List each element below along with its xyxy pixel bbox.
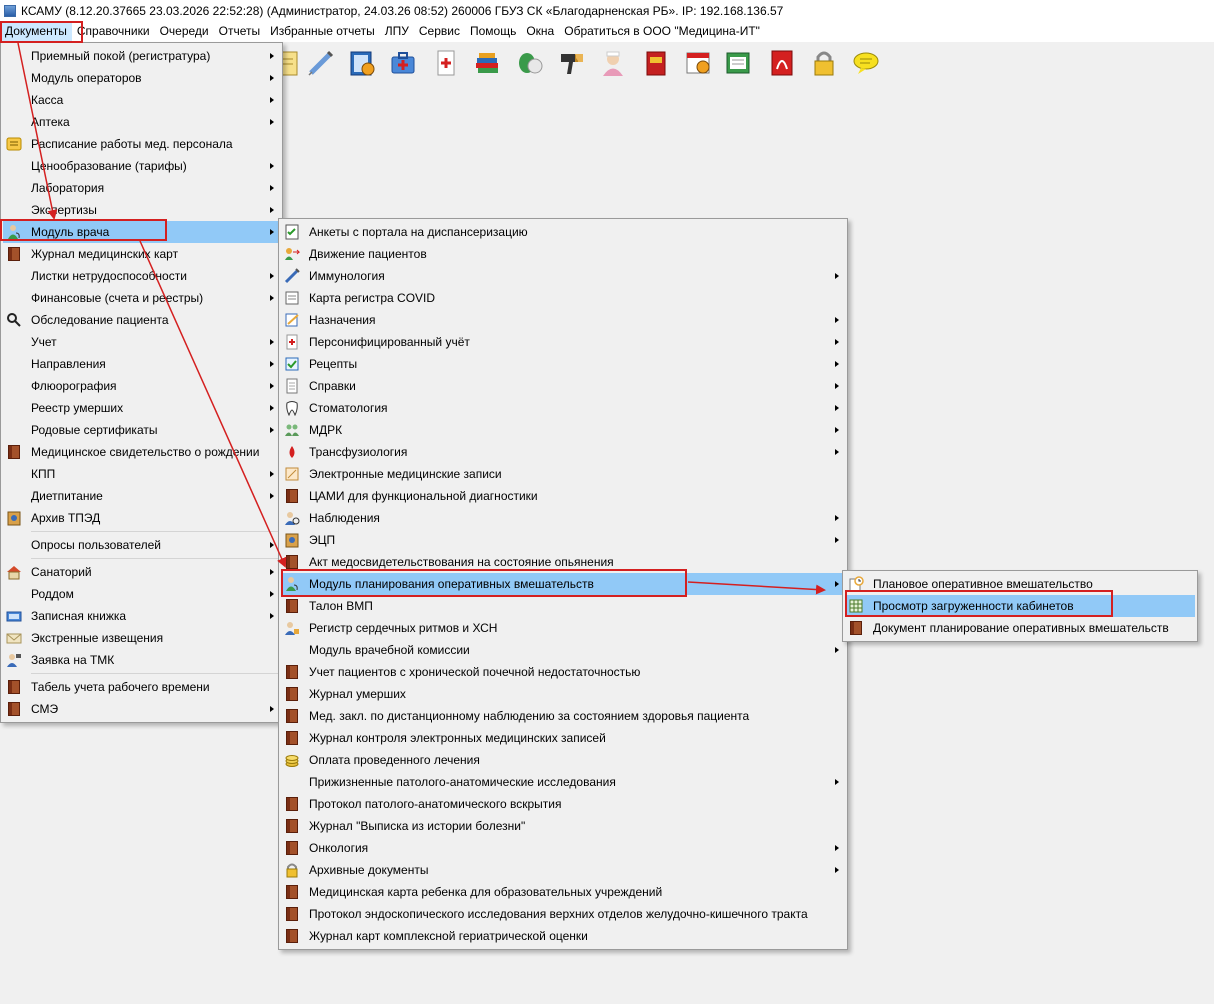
arrow-to-doctor-module xyxy=(17,42,58,220)
arrow-to-planning-module xyxy=(139,240,287,568)
arrow-to-room-load xyxy=(687,581,826,595)
annotation-arrows xyxy=(17,42,826,595)
